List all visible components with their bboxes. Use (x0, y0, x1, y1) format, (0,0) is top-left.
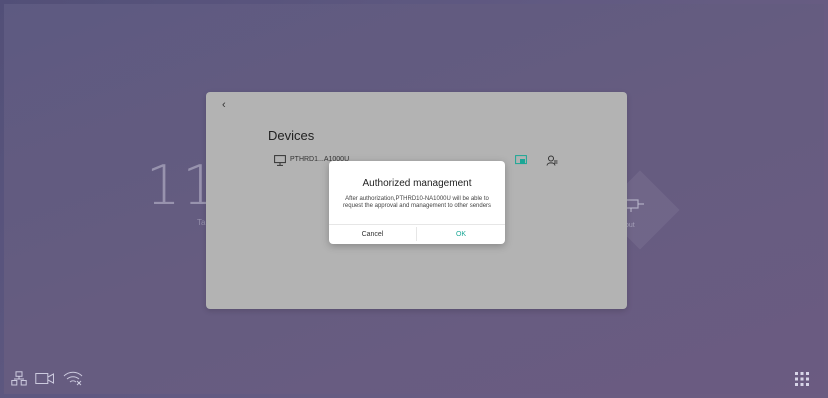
dialog-title: Authorized management (362, 178, 472, 189)
dialog-message: After authorization,PTHRD10-NA1000U will… (342, 196, 492, 209)
user-manage-icon[interactable] (546, 155, 558, 166)
authorize-dialog: Authorized management After authorizatio… (329, 161, 505, 244)
cancel-button[interactable]: Cancel (329, 225, 416, 244)
ok-button[interactable]: OK (417, 225, 505, 244)
apps-grid-icon[interactable] (795, 372, 809, 386)
network-icon[interactable] (11, 371, 27, 386)
page-title: Devices (268, 128, 315, 143)
camera-icon[interactable] (35, 372, 55, 385)
back-button[interactable]: ‹ (222, 99, 232, 111)
status-bar (11, 371, 83, 386)
cast-icon[interactable] (515, 155, 527, 166)
monitor-icon (274, 155, 286, 166)
wifi-off-icon[interactable] (63, 371, 83, 386)
